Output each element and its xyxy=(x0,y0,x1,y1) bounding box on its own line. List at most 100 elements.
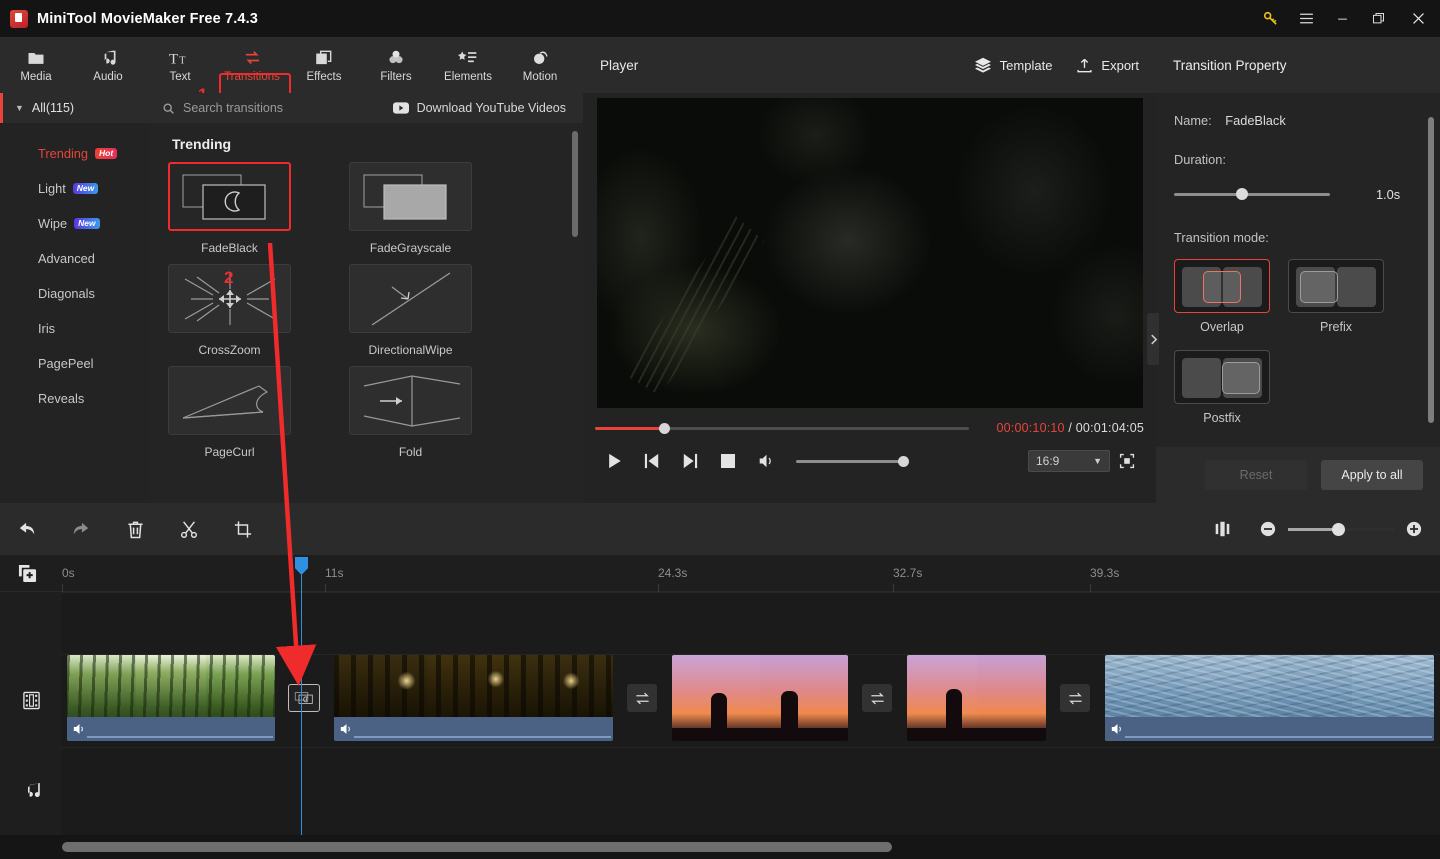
fade-black-transition-marker[interactable] xyxy=(288,684,320,712)
zoom-out-button[interactable] xyxy=(1256,517,1280,541)
table-row[interactable] xyxy=(334,655,613,741)
table-row[interactable] xyxy=(67,655,275,741)
next-frame-button[interactable] xyxy=(671,447,709,475)
category-item-light[interactable]: Light New xyxy=(0,171,150,206)
audio-track-header[interactable] xyxy=(0,747,62,835)
previous-frame-button[interactable] xyxy=(633,447,671,475)
category-all[interactable]: ▼ All(115) xyxy=(0,93,150,123)
timeline-horizontal-scrollbar[interactable] xyxy=(62,842,892,852)
split-button[interactable] xyxy=(162,509,216,549)
category-item-wipe[interactable]: Wipe New xyxy=(0,206,150,241)
hamburger-menu-icon[interactable] xyxy=(1288,0,1324,37)
play-button[interactable] xyxy=(595,447,633,475)
zoom-out-icon xyxy=(1260,521,1276,537)
name-label: Name: xyxy=(1174,113,1212,128)
total-time: 00:01:04:05 xyxy=(1075,421,1144,435)
category-label: Reveals xyxy=(38,391,85,406)
progress-knob[interactable] xyxy=(659,422,670,434)
transition-icon-4[interactable] xyxy=(1060,684,1090,712)
collapse-panel-button[interactable] xyxy=(1147,313,1159,365)
redo-button[interactable] xyxy=(54,509,108,549)
duration-knob[interactable] xyxy=(1236,188,1248,200)
minimize-icon[interactable] xyxy=(1324,0,1360,37)
tab-effects-label: Effects xyxy=(306,70,342,83)
mode-option-prefix[interactable]: Prefix xyxy=(1288,259,1384,334)
transition-icon-3[interactable] xyxy=(862,684,892,712)
category-item-advanced[interactable]: Advanced xyxy=(0,241,150,276)
zoom-knob[interactable] xyxy=(1332,522,1345,536)
template-button[interactable]: Template xyxy=(974,57,1052,73)
tab-audio[interactable]: Audio xyxy=(72,39,144,91)
category-item-iris[interactable]: Iris xyxy=(0,311,150,346)
progress-fill xyxy=(595,426,665,430)
zoom-fill xyxy=(1288,527,1338,531)
timeline-zoom-slider[interactable] xyxy=(1288,522,1394,536)
maximize-icon[interactable] xyxy=(1360,0,1396,37)
category-item-reveals[interactable]: Reveals xyxy=(0,381,150,416)
volume-button[interactable] xyxy=(747,447,785,475)
zoom-in-button[interactable] xyxy=(1402,517,1426,541)
browser-scrollbar[interactable] xyxy=(572,131,578,237)
aspect-ratio-select[interactable]: 16:9 ▼ xyxy=(1028,450,1110,472)
playback-progress-bar[interactable] xyxy=(595,422,969,434)
table-row[interactable] xyxy=(1105,655,1434,741)
category-list: Trending Hot Light New Wipe New Advanced… xyxy=(0,123,150,416)
fold-icon xyxy=(349,366,472,435)
crop-button[interactable] xyxy=(216,509,270,549)
mode-option-overlap[interactable]: Overlap xyxy=(1174,259,1270,334)
volume-knob[interactable] xyxy=(898,455,909,467)
video-preview[interactable] xyxy=(596,98,1143,408)
export-button[interactable]: Export xyxy=(1076,57,1139,73)
add-media-icon xyxy=(18,564,37,583)
duration-slider[interactable] xyxy=(1174,188,1330,200)
delete-button[interactable] xyxy=(108,509,162,549)
timeline-scroll-area xyxy=(0,835,1440,859)
table-row[interactable] xyxy=(907,655,1046,741)
key-icon[interactable] xyxy=(1252,0,1288,37)
transition-item-directionalwipe[interactable]: DirectionalWipe xyxy=(349,264,472,357)
tab-effects[interactable]: Effects xyxy=(288,39,360,91)
clip-audio-strip xyxy=(1105,717,1434,741)
audio-track[interactable] xyxy=(62,747,1440,835)
tab-text[interactable]: TT Text xyxy=(144,39,216,91)
tab-motion[interactable]: Motion xyxy=(504,39,576,91)
volume-slider[interactable] xyxy=(796,455,909,467)
tab-media[interactable]: Media xyxy=(0,39,72,91)
transition-item-fadegrayscale[interactable]: FadeGrayscale xyxy=(349,162,472,255)
app-title: MiniTool MovieMaker Free 7.4.3 xyxy=(37,10,258,27)
transition-icon-2[interactable] xyxy=(627,684,657,712)
add-media-button[interactable] xyxy=(18,564,37,586)
table-row[interactable] xyxy=(672,655,848,741)
download-youtube-button[interactable]: Download YouTube Videos xyxy=(392,101,566,115)
next-frame-icon xyxy=(683,453,698,469)
annotation-step-2: 2 xyxy=(224,268,234,287)
timeline-ruler[interactable]: 0s 11s 24.3s 32.7s 39.3s xyxy=(0,555,1440,592)
timeline-playhead[interactable] xyxy=(295,557,308,859)
tab-audio-label: Audio xyxy=(93,70,123,83)
category-item-trending[interactable]: Trending Hot xyxy=(0,136,150,171)
category-item-diagonals[interactable]: Diagonals xyxy=(0,276,150,311)
overlap-indicator xyxy=(1203,271,1241,303)
fullscreen-button[interactable] xyxy=(1110,447,1144,475)
transition-item-fadeblack[interactable]: FadeBlack xyxy=(168,162,291,255)
tab-elements[interactable]: Elements xyxy=(432,39,504,91)
reset-button[interactable]: Reset xyxy=(1205,460,1307,490)
transition-item-pagecurl[interactable]: PageCurl xyxy=(168,366,291,459)
tab-transitions[interactable]: Transitions xyxy=(216,39,288,91)
undo-button[interactable] xyxy=(0,509,54,549)
tab-filters[interactable]: Filters xyxy=(360,39,432,91)
transition-item-fold[interactable]: Fold xyxy=(349,366,472,459)
property-scrollbar[interactable] xyxy=(1428,117,1434,423)
duration-row: 1.0s xyxy=(1174,187,1422,202)
close-icon[interactable] xyxy=(1396,0,1440,37)
category-item-pagepeel[interactable]: PagePeel xyxy=(0,346,150,381)
fit-timeline-button[interactable] xyxy=(1210,517,1234,541)
overlay-track[interactable] xyxy=(62,592,1440,654)
video-track-header[interactable] xyxy=(0,654,62,747)
player-header: Player Template Export xyxy=(583,37,1156,93)
mode-option-postfix[interactable]: Postfix xyxy=(1174,350,1270,425)
apply-to-all-button[interactable]: Apply to all xyxy=(1321,460,1423,490)
svg-text:T: T xyxy=(169,51,178,67)
stop-button[interactable] xyxy=(709,447,747,475)
search-transitions-field[interactable]: Search transitions xyxy=(150,101,283,115)
